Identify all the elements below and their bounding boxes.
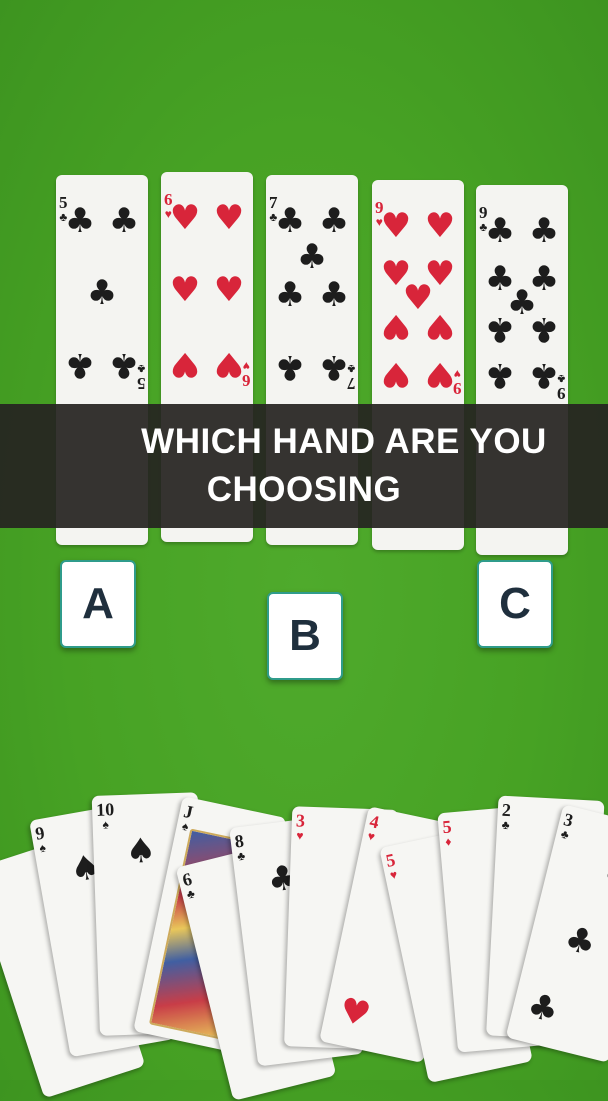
club-icon: ♣ <box>318 275 350 315</box>
heart-icon: ♥ <box>424 306 456 346</box>
card-corner: 6 ♣ <box>180 868 197 902</box>
card-corner: 9 ♣ <box>556 372 566 403</box>
club-icon: ♣ <box>86 273 118 313</box>
choice-c-label: C <box>499 579 531 628</box>
card-corner: 10 ♠ <box>95 799 115 832</box>
heart-icon: ♥ <box>380 206 412 246</box>
club-icon: ♣ <box>108 345 140 385</box>
club-icon: ♣ <box>528 309 560 349</box>
question-line-2: CHOOSING <box>206 470 402 509</box>
club-icon: ♣ <box>64 201 96 241</box>
card-corner: 5 ♣ <box>136 362 146 393</box>
heart-icon: ♥ <box>335 990 375 1036</box>
club-icon: ♣ <box>274 201 306 241</box>
club-icon: ♣ <box>274 275 306 315</box>
card-corner: 2 ♣ <box>501 799 512 833</box>
club-icon: ♣ <box>296 237 328 277</box>
card-corner: 4 ♥ <box>366 810 381 844</box>
card-corner: 9 ♠ <box>33 822 47 856</box>
club-icon: ♣ <box>484 211 516 251</box>
choice-a-button[interactable]: A <box>60 560 136 648</box>
heart-icon: ♥ <box>380 354 412 394</box>
club-icon: ♣ <box>528 211 560 251</box>
club-icon: ♣ <box>484 355 516 395</box>
card-corner: 3 ♣ <box>559 809 576 843</box>
club-icon: ♣ <box>523 985 563 1032</box>
club-icon: ♣ <box>560 918 600 965</box>
hand-c[interactable]: 5 ♥ 5 ♦ 2 ♣ 3 ♣ ♣ ♣ ♣ <box>379 784 608 1084</box>
heart-icon: ♥ <box>169 270 201 310</box>
card-corner: 7 ♣ <box>346 362 356 393</box>
spade-icon: ♠ <box>124 830 157 872</box>
club-icon: ♣ <box>599 851 608 899</box>
heart-icon: ♥ <box>213 270 245 310</box>
card-corner: 6 ♥ <box>241 359 251 390</box>
heart-icon: ♥ <box>213 198 245 238</box>
heart-icon: ♥ <box>380 306 412 346</box>
choice-a-label: A <box>82 579 114 628</box>
club-icon: ♣ <box>274 347 306 387</box>
card-corner: 5 ♦ <box>441 816 453 849</box>
heart-icon: ♥ <box>424 206 456 246</box>
choice-b-label: B <box>289 611 321 660</box>
club-icon: ♣ <box>318 201 350 241</box>
card-corner: 9 ♥ <box>452 367 462 398</box>
heart-icon: ♥ <box>169 344 201 384</box>
card-corner: 8 ♣ <box>233 830 246 864</box>
choice-b-button[interactable]: B <box>267 592 343 680</box>
heart-icon: ♥ <box>213 344 245 384</box>
heart-icon: ♥ <box>169 198 201 238</box>
choice-c-button[interactable]: C <box>477 560 553 648</box>
club-icon: ♣ <box>64 345 96 385</box>
question-line-1: WHICH HAND ARE YOU <box>141 422 547 461</box>
club-icon: ♣ <box>108 201 140 241</box>
card-corner: 5 ♥ <box>384 849 399 883</box>
heart-icon: ♥ <box>424 354 456 394</box>
card-corner: 3 ♥ <box>295 810 306 843</box>
club-icon: ♣ <box>528 355 560 395</box>
club-icon: ♣ <box>484 309 516 349</box>
